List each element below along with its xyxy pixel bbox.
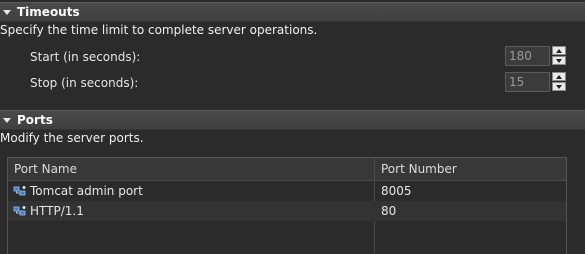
timeouts-description: Specify the time limit to complete serve… [0,23,318,37]
arrow-down-icon [556,84,562,89]
arrow-up-icon [556,74,562,79]
table-row[interactable]: HTTP/1.1 80 [8,201,566,221]
start-timeout-spin-buttons [552,46,566,66]
arrow-down-icon [556,58,562,63]
start-increment-button[interactable] [552,46,566,55]
start-decrement-button[interactable] [552,56,566,65]
arrow-up-icon [556,48,562,53]
server-editor-panel: Timeouts Specify the time limit to compl… [0,0,585,254]
port-name-cell: HTTP/1.1 [30,204,84,218]
column-header-port-number[interactable]: Port Number [375,158,566,180]
port-icon [13,186,26,196]
ports-title: Ports [17,113,53,127]
stop-timeout-label: Stop (in seconds): [30,76,139,90]
table-row[interactable]: Tomcat admin port 8005 [8,181,566,201]
start-timeout-label: Start (in seconds): [30,50,141,64]
stop-decrement-button[interactable] [552,82,566,91]
stop-timeout-spinner[interactable] [505,72,566,92]
start-timeout-spinner[interactable] [505,46,566,66]
ports-description: Modify the server ports. [0,131,144,145]
stop-increment-button[interactable] [552,72,566,81]
port-name-cell: Tomcat admin port [30,184,143,198]
ports-table-header: Port Name Port Number [8,158,566,181]
stop-timeout-spin-buttons [552,72,566,92]
column-header-port-name[interactable]: Port Name [8,158,374,180]
collapse-triangle-icon[interactable] [3,9,11,15]
start-timeout-input[interactable] [505,46,550,66]
port-number-cell[interactable]: 8005 [381,181,412,201]
ports-section-header[interactable]: Ports [0,110,585,130]
port-icon [13,206,26,216]
timeouts-title: Timeouts [17,5,80,19]
stop-timeout-input[interactable] [505,72,550,92]
port-number-cell[interactable]: 80 [381,201,396,221]
collapse-triangle-icon[interactable] [3,117,11,123]
ports-table[interactable]: Port Name Port Number Tomcat admin port … [7,157,567,254]
timeouts-section-header[interactable]: Timeouts [0,2,585,22]
